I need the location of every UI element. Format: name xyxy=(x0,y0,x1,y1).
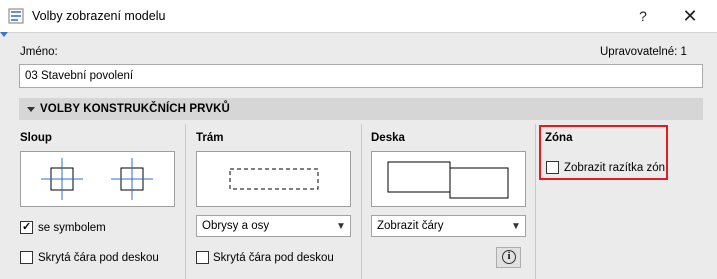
beam-preview xyxy=(196,151,351,207)
beam-display-dropdown[interactable]: Obrysy a osy ▼ xyxy=(196,215,351,237)
column-divider xyxy=(535,124,536,279)
beam-hidden-line-checkbox[interactable] xyxy=(196,251,209,264)
column-hidden-line-label: Skrytá čára pod deskou xyxy=(38,252,159,264)
window-title: Volby zobrazení modelu xyxy=(32,9,166,23)
symbol-checkbox-label: se symbolem xyxy=(38,222,106,234)
help-button[interactable]: ? xyxy=(630,4,656,28)
slab-group-title: Deska xyxy=(371,132,405,144)
column-preview xyxy=(20,151,175,207)
name-input[interactable] xyxy=(19,64,703,88)
chevron-down-icon: ▼ xyxy=(336,221,346,232)
collapse-arrow-icon[interactable] xyxy=(27,107,35,112)
app-icon xyxy=(8,8,24,24)
editable-count-label: Upravovatelné: 1 xyxy=(600,46,687,58)
slab-info-button[interactable]: i xyxy=(496,247,521,268)
close-button[interactable]: ✕ xyxy=(672,4,708,28)
column-hidden-line-checkbox[interactable] xyxy=(20,251,33,264)
checkmark-icon: ✓ xyxy=(22,221,32,233)
column-divider xyxy=(361,124,362,279)
corner-marker-icon xyxy=(0,32,8,37)
beam-hidden-line-label: Skrytá čára pod deskou xyxy=(213,252,334,264)
column-group-title: Sloup xyxy=(20,132,52,144)
beam-dropdown-value: Obrysy a osy xyxy=(202,220,270,232)
section-title: VOLBY KONSTRUKČNÍCH PRVKŮ xyxy=(40,103,230,115)
symbol-checkbox[interactable]: ✓ xyxy=(20,221,33,234)
column-divider xyxy=(185,124,186,279)
slab-dropdown-value: Zobrazit čáry xyxy=(377,220,444,232)
info-icon: i xyxy=(502,250,516,264)
slab-preview xyxy=(371,151,526,207)
highlight-frame xyxy=(539,125,668,180)
chevron-down-icon: ▼ xyxy=(511,221,521,232)
beam-group-title: Trám xyxy=(196,132,224,144)
name-label: Jméno: xyxy=(20,46,58,58)
slab-display-dropdown[interactable]: Zobrazit čáry ▼ xyxy=(371,215,526,237)
